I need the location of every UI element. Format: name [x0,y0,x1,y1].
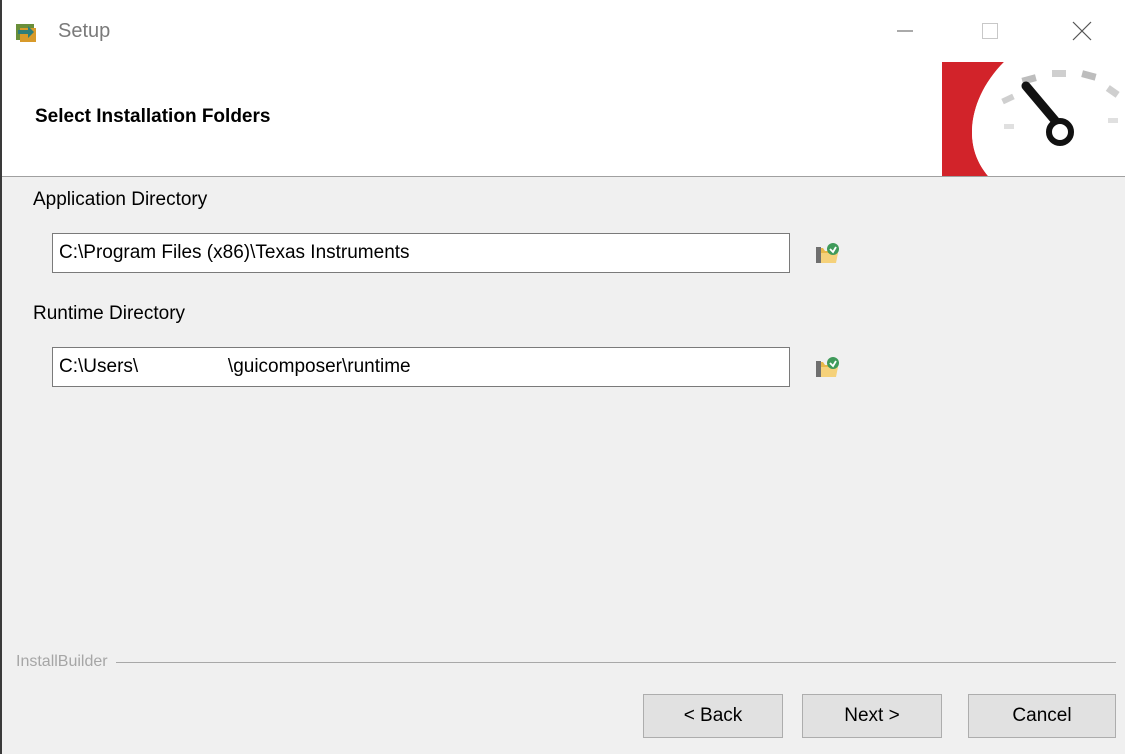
maximize-icon[interactable] [960,8,1020,54]
next-button[interactable]: Next > [802,694,942,738]
folder-browse-icon[interactable] [810,237,844,271]
back-button[interactable]: < Back [643,694,783,738]
title-bar[interactable]: Setup [2,0,1125,62]
cancel-button[interactable]: Cancel [968,694,1116,738]
runtime-directory-label: Runtime Directory [33,303,186,324]
application-directory-input[interactable] [52,233,790,273]
page-title: Select Installation Folders [35,106,271,127]
wizard-content: Application Directory Runtime Directory … [2,177,1125,754]
runtime-directory-input[interactable] [52,347,790,387]
folder-browse-icon[interactable] [810,351,844,385]
gauge-logo-icon [942,62,1122,176]
installbuilder-separator: InstallBuilder [16,653,1116,671]
wizard-header: Select Installation Folders [2,62,1125,176]
close-icon[interactable] [1052,8,1112,54]
window-title: Setup [58,20,111,42]
installbuilder-brand: InstallBuilder [16,653,116,671]
minimize-icon[interactable] [875,8,935,54]
separator-line [16,662,1116,663]
setup-app-icon [14,20,40,44]
application-directory-label: Application Directory [33,189,208,210]
